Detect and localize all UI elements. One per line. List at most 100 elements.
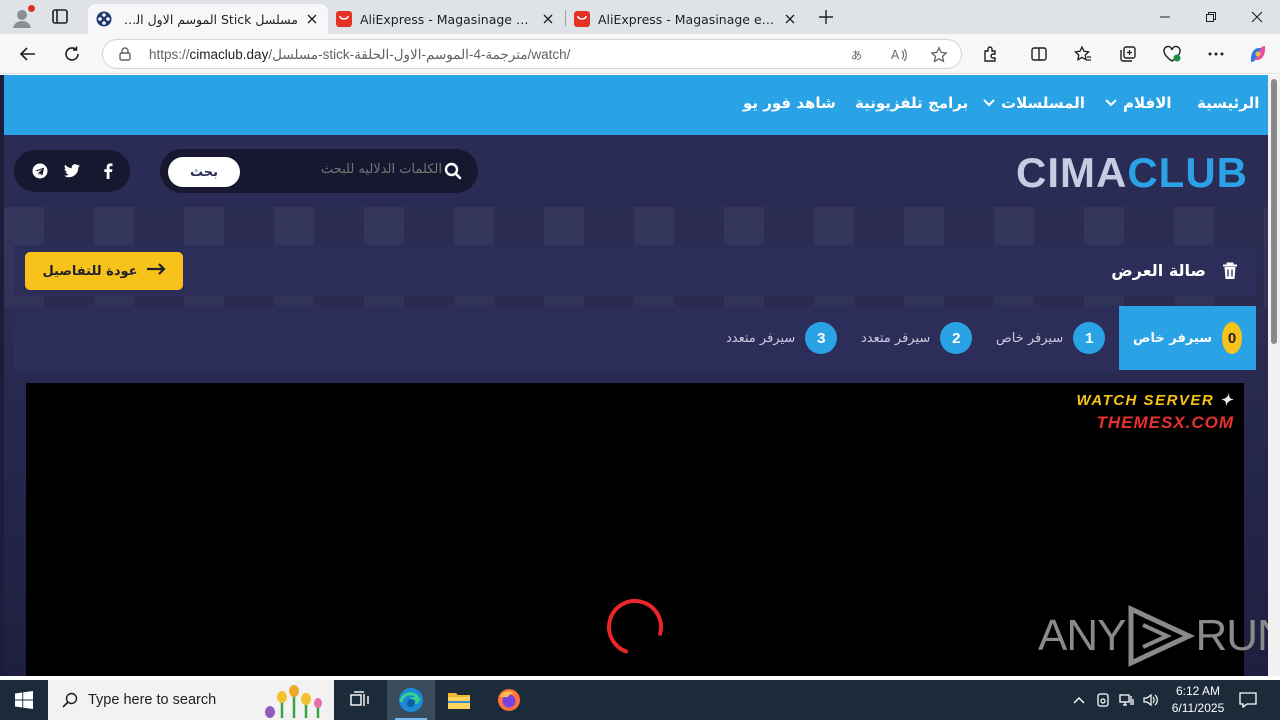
- back-button[interactable]: [16, 42, 40, 66]
- taskbar-file-explorer[interactable]: [435, 680, 483, 720]
- taskbar-search[interactable]: Type here to search: [48, 680, 334, 720]
- taskbar-clock[interactable]: 6:12 AM 6/11/2025: [1160, 683, 1236, 717]
- network-icon[interactable]: [1117, 690, 1137, 710]
- clock-time: 6:12 AM: [1175, 684, 1221, 698]
- copilot-button[interactable]: [1246, 42, 1270, 66]
- social-links: [14, 150, 130, 192]
- watermark-text-1: WATCH SERVER: [1076, 392, 1215, 409]
- url-host: cimaclub.day: [189, 47, 269, 62]
- server-tab-3[interactable]: سيرفر متعدد 3: [726, 306, 838, 370]
- search-button[interactable]: بحث: [168, 157, 240, 187]
- settings-menu-button[interactable]: [1204, 42, 1228, 66]
- tab-aliexpress-1[interactable]: AliExpress - Magasinage en ligne: [328, 4, 564, 34]
- heart-pulse-icon: [1163, 45, 1181, 62]
- search-icon: [62, 692, 78, 708]
- profile-avatar[interactable]: [10, 5, 35, 30]
- close-tab-icon[interactable]: [782, 11, 798, 27]
- play-triangle-icon: [1128, 605, 1196, 667]
- server-tab-0[interactable]: سيرفر خاص 0: [1119, 306, 1256, 370]
- tab-cimaclub[interactable]: مسلسل Stick الموسم الاول الحلقة 4: [88, 4, 328, 34]
- logo-text-club: CLUB: [1127, 149, 1248, 196]
- server-tab-1[interactable]: سيرفر خاص 1: [996, 306, 1106, 370]
- collections-icon: [1120, 46, 1136, 62]
- chevron-down-icon: [1105, 99, 1117, 107]
- server-selector: سيرفر خاص 0 سيرفر خاص 1 سيرفر متعدد 2 سي…: [14, 306, 1256, 370]
- server-number: 3: [805, 322, 838, 354]
- notification-dot: [28, 5, 35, 12]
- volume-icon[interactable]: [1141, 690, 1161, 710]
- notifications-icon[interactable]: [1238, 690, 1258, 710]
- scrollbar-thumb[interactable]: [1271, 79, 1277, 344]
- nav-movies[interactable]: الافلام: [1105, 94, 1172, 112]
- server-tab-2[interactable]: سيرفر متعدد 2: [861, 306, 973, 370]
- watermark-line-1: WATCH SERVER ✦: [1077, 391, 1234, 409]
- new-tab-button[interactable]: [814, 6, 838, 28]
- windows-taskbar: Type here to search 6:12 AM 6/11/2025: [0, 680, 1280, 720]
- minimize-button[interactable]: [1142, 0, 1188, 34]
- folder-icon: [448, 693, 470, 709]
- address-bar[interactable]: https://cimaclub.day/مسلسل-stick-مترجمة-…: [102, 39, 962, 69]
- nav-tv-programs[interactable]: برامج تلفزيونية: [855, 94, 968, 112]
- split-screen-button[interactable]: [1027, 42, 1051, 66]
- logo-text-cima: CIMA: [1016, 149, 1128, 196]
- telegram-icon[interactable]: [32, 163, 48, 179]
- facebook-icon[interactable]: [100, 163, 116, 179]
- collections-button[interactable]: [1116, 42, 1140, 66]
- search-input[interactable]: [252, 162, 442, 177]
- browser-toolbar: https://cimaclub.day/مسلسل-stick-مترجمة-…: [0, 34, 1280, 74]
- close-tab-icon[interactable]: [540, 11, 556, 27]
- close-window-button[interactable]: [1234, 0, 1280, 34]
- start-button[interactable]: [0, 680, 48, 720]
- restore-button[interactable]: [1188, 0, 1234, 34]
- watermark-line-2: THEMESX.COM: [1096, 413, 1234, 432]
- aliexpress-icon: [336, 11, 352, 27]
- translate-icon[interactable]: あ: [849, 45, 869, 65]
- panel-title: صالة العرض: [1111, 261, 1206, 280]
- svg-text:A: A: [891, 48, 900, 62]
- page-scrollbar[interactable]: [1268, 75, 1280, 676]
- nav-shahid-4u[interactable]: شاهد فور يو: [743, 94, 836, 112]
- tab-aliexpress-2[interactable]: AliExpress - Magasinage en ligne: [566, 4, 806, 34]
- site-logo[interactable]: CIMACLUB: [1016, 151, 1248, 195]
- twitter-icon[interactable]: [64, 163, 80, 179]
- taskbar-firefox[interactable]: [485, 680, 533, 720]
- anyrun-overlay-logo: ANY RUN: [1038, 605, 1280, 667]
- search-icon: [444, 162, 462, 184]
- nav-tv-programs-label: برامج تلفزيونية: [855, 94, 969, 112]
- taskbar-edge[interactable]: [387, 680, 435, 720]
- tray-overflow-icon[interactable]: [1069, 690, 1089, 710]
- video-player[interactable]: WATCH SERVER ✦ THEMESX.COM ANY RUN: [26, 383, 1280, 676]
- favorites-icon: [1074, 45, 1091, 61]
- site-header: CIMACLUB بحث: [4, 135, 1268, 207]
- favorite-star-icon[interactable]: [929, 45, 949, 65]
- trash-icon: [1222, 262, 1238, 284]
- close-tab-icon[interactable]: [304, 11, 320, 27]
- server-label: سيرفر متعدد: [861, 330, 931, 346]
- back-to-details-label: عودة للتفاصيل: [42, 263, 138, 279]
- extensions-button[interactable]: [979, 42, 1003, 66]
- tab-actions-icon: [52, 9, 68, 24]
- tab-actions-button[interactable]: [48, 6, 72, 28]
- film-reel-icon: [96, 11, 112, 27]
- url-text: https://cimaclub.day/مسلسل-stick-مترجمة-…: [149, 47, 570, 63]
- plus-icon: [819, 10, 833, 24]
- task-view-button[interactable]: [336, 680, 384, 720]
- site-top-nav: الرئيسية الافلام المسلسلات برامج تلفزيون…: [4, 75, 1268, 135]
- page-viewport: الرئيسية الافلام المسلسلات برامج تلفزيون…: [0, 75, 1280, 676]
- back-to-details-button[interactable]: عودة للتفاصيل: [25, 252, 183, 290]
- copilot-icon: [1251, 46, 1265, 62]
- edge-browser-icon: [399, 688, 423, 712]
- read-aloud-icon[interactable]: A: [889, 45, 909, 65]
- nav-series[interactable]: المسلسلات: [983, 94, 1085, 112]
- refresh-button[interactable]: [60, 42, 84, 66]
- nav-series-label: المسلسلات: [1001, 94, 1085, 112]
- minimize-icon: [1160, 16, 1170, 18]
- favorites-button[interactable]: [1071, 42, 1095, 66]
- nav-home[interactable]: الرئيسية: [1197, 94, 1259, 112]
- device-icon[interactable]: [1093, 690, 1113, 710]
- site-info-icon[interactable]: [117, 46, 133, 66]
- taskbar-search-placeholder: Type here to search: [88, 692, 217, 708]
- windows-logo-icon: [15, 691, 33, 709]
- browser-essentials-button[interactable]: [1160, 42, 1184, 66]
- tab-title: مسلسل Stick الموسم الاول الحلقة 4: [120, 11, 298, 27]
